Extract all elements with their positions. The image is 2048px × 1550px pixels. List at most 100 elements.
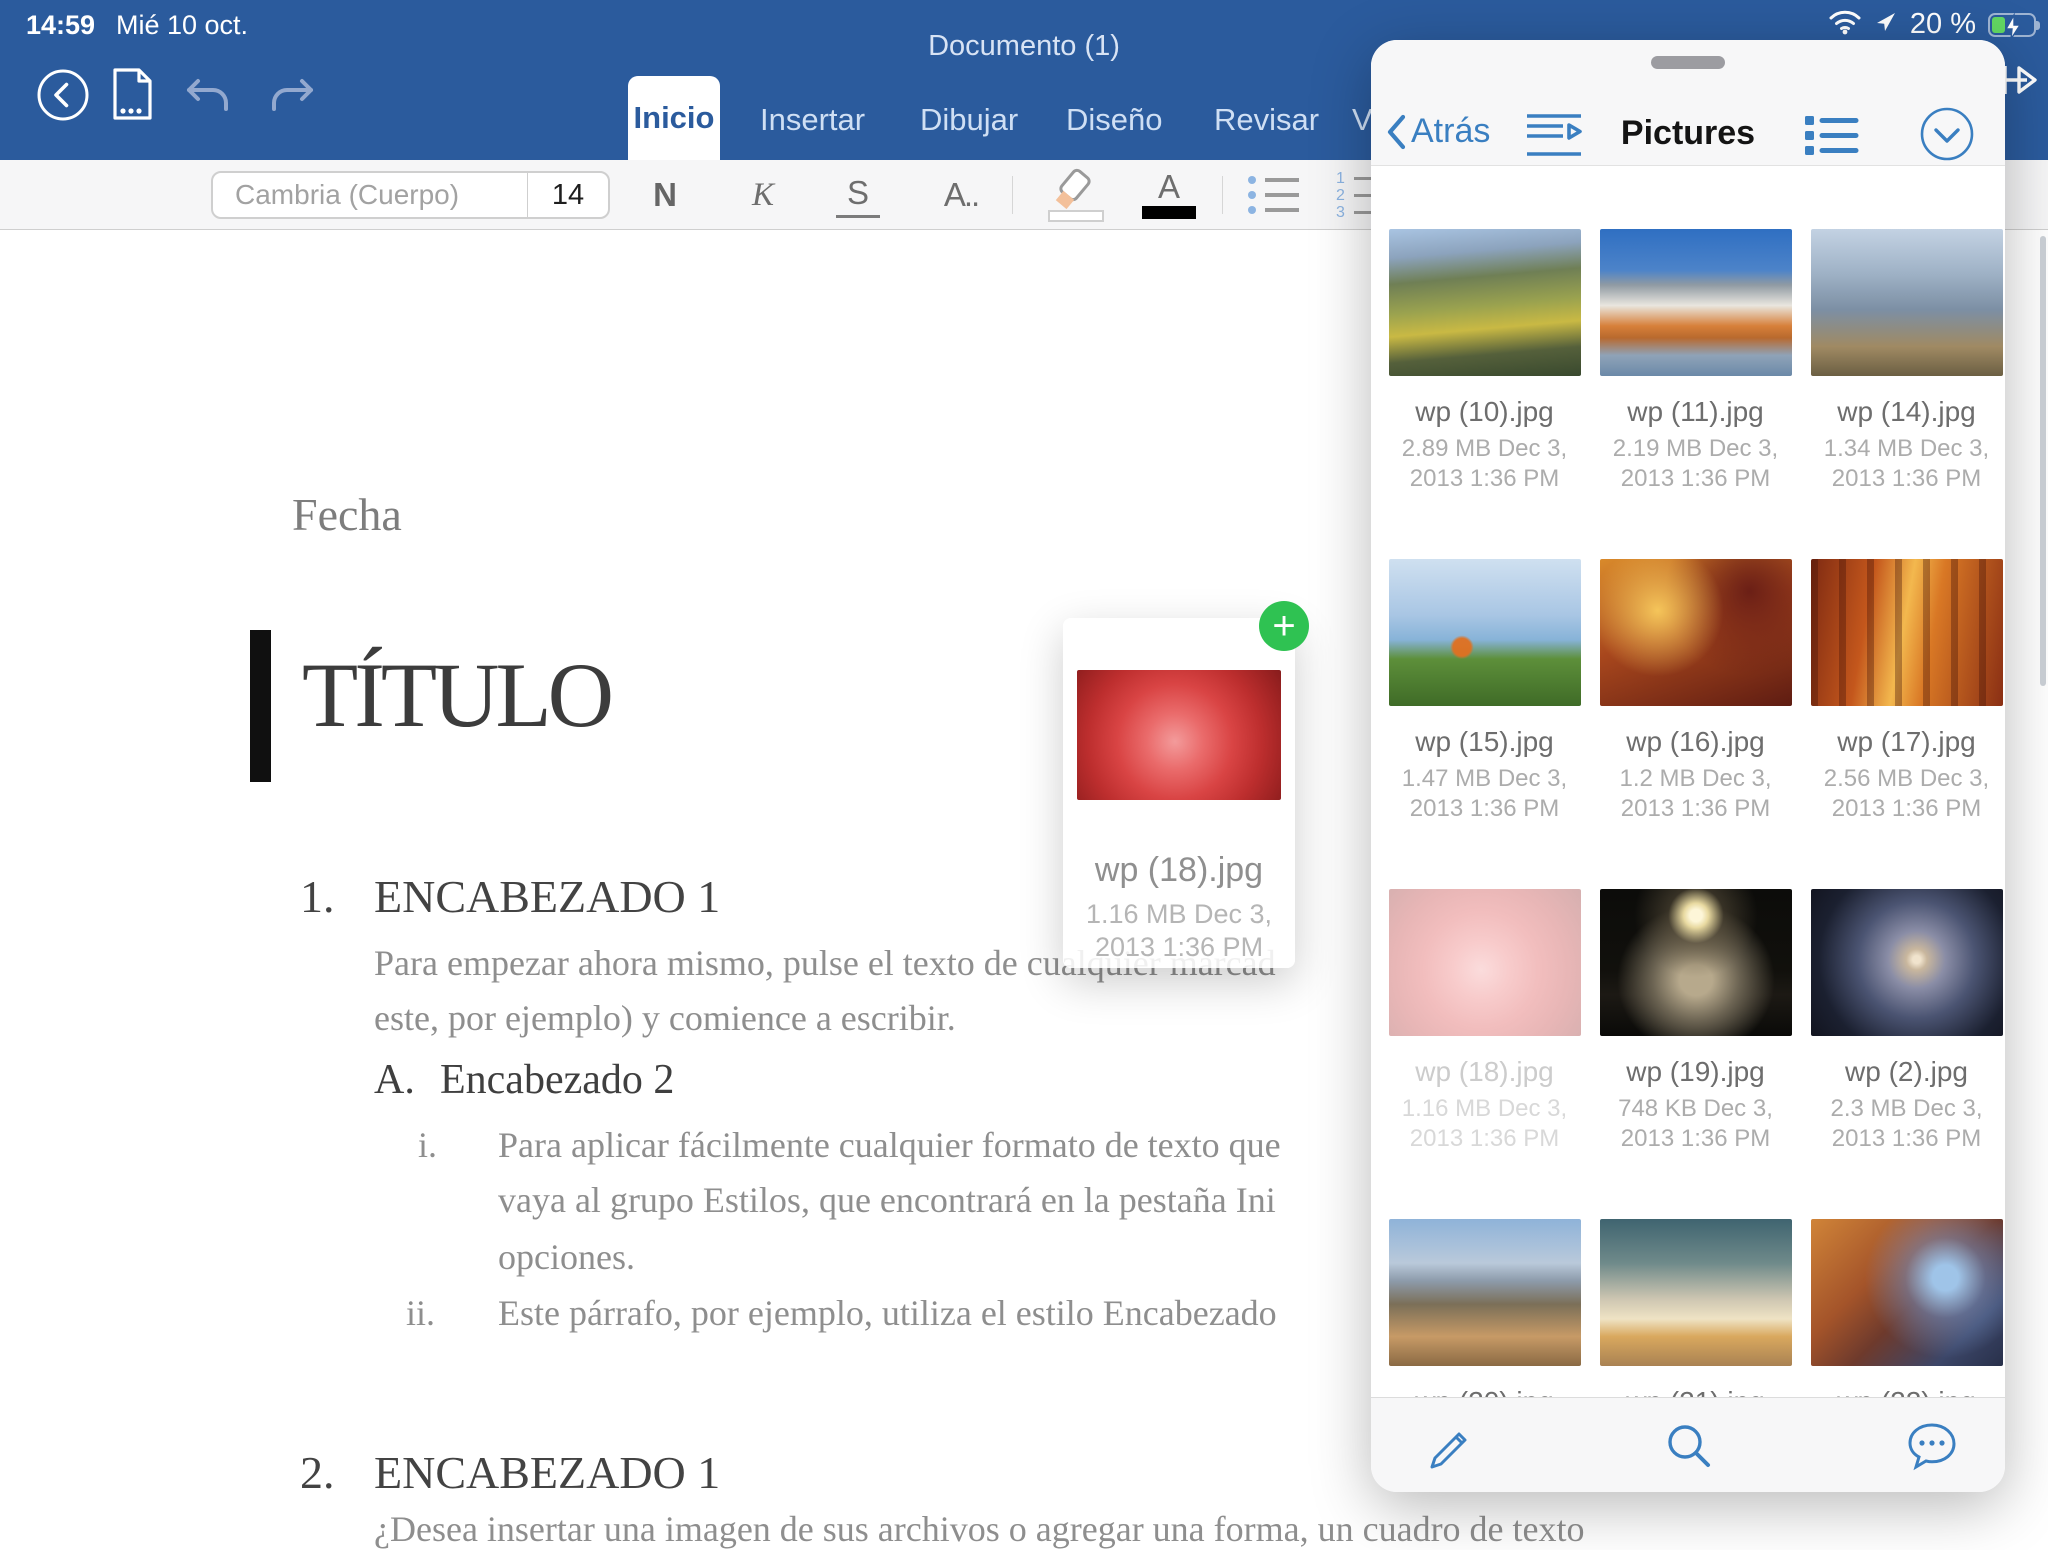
file-thumbnail-rose bbox=[1389, 889, 1581, 1036]
file-browser-panel: Atrás Pictures wp (10).jpg 2.89 MB Dec 3… bbox=[1371, 40, 2005, 1492]
paragraph-line[interactable]: ¿Desea insertar una imagen de sus archiv… bbox=[374, 1508, 1585, 1550]
document-heading-title[interactable]: TÍTULO bbox=[302, 642, 610, 748]
font-picker[interactable]: Cambria (Cuerpo) 14 bbox=[211, 171, 610, 219]
file-thumbnail-mountain-lake bbox=[1600, 229, 1792, 376]
heading-2[interactable]: Encabezado 2 bbox=[440, 1056, 674, 1104]
file-name: wp (19).jpg bbox=[1590, 1056, 1801, 1088]
paragraph-line[interactable]: Este párrafo, por ejemplo, utiliza el es… bbox=[498, 1292, 1277, 1334]
bold-button[interactable]: N bbox=[640, 172, 690, 218]
file-thumbnail-shuttle-launch bbox=[1600, 1219, 1792, 1366]
document-scrollbar[interactable] bbox=[2040, 236, 2046, 686]
tab-revisar[interactable]: Revisar bbox=[1214, 102, 1319, 138]
file-meta: 2.56 MB Dec 3, 2013 1:36 PM bbox=[1817, 764, 1997, 824]
list-marker: 1. bbox=[300, 870, 335, 923]
file-name: wp (17).jpg bbox=[1801, 726, 2005, 758]
file-meta: 1.2 MB Dec 3, 2013 1:36 PM bbox=[1606, 764, 1786, 824]
redo-icon[interactable] bbox=[268, 76, 316, 123]
file-thumbnail-galaxy bbox=[1811, 889, 2003, 1036]
more-formatting-button[interactable]: A.. bbox=[926, 172, 996, 218]
paragraph-line[interactable]: este, por ejemplo) y comience a escribir… bbox=[374, 997, 956, 1039]
file-name: wp (20).jpg bbox=[1379, 1386, 1590, 1397]
file-item[interactable]: wp (17).jpg 2.56 MB Dec 3, 2013 1:36 PM bbox=[1801, 559, 2005, 889]
tab-diseno[interactable]: Diseño bbox=[1066, 102, 1163, 138]
search-icon[interactable] bbox=[1663, 1420, 1715, 1477]
edit-pencil-icon[interactable] bbox=[1425, 1420, 1477, 1477]
paragraph-line[interactable]: opciones. bbox=[498, 1236, 635, 1278]
file-meta: 1.16 MB Dec 3, 2013 1:36 PM bbox=[1395, 1094, 1575, 1154]
file-name: wp (22).jpg bbox=[1801, 1386, 2005, 1397]
undo-icon[interactable] bbox=[184, 76, 232, 123]
back-button[interactable] bbox=[36, 68, 90, 127]
dragged-file-card[interactable]: wp (18).jpg 1.16 MB Dec 3, 2013 1:36 PM … bbox=[1063, 618, 1295, 968]
dragged-file-thumbnail-rose bbox=[1077, 670, 1281, 800]
file-grid: wp (10).jpg 2.89 MB Dec 3, 2013 1:36 PM … bbox=[1371, 167, 2005, 1397]
tab-inicio[interactable]: Inicio bbox=[628, 76, 720, 160]
list-marker: 2. bbox=[300, 1446, 335, 1499]
file-meta: 2.89 MB Dec 3, 2013 1:36 PM bbox=[1395, 434, 1575, 494]
file-item[interactable]: wp (11).jpg 2.19 MB Dec 3, 2013 1:36 PM bbox=[1590, 229, 1801, 559]
highlighter-button[interactable] bbox=[1046, 168, 1108, 222]
file-name: wp (21).jpg bbox=[1590, 1386, 1801, 1397]
tab-insertar[interactable]: Insertar bbox=[760, 102, 865, 138]
list-marker: ii. bbox=[406, 1292, 435, 1334]
file-thumbnail-red-forest bbox=[1811, 559, 2003, 706]
file-thumbnail-race-car bbox=[1389, 559, 1581, 706]
file-thumbnail-autumn-valley bbox=[1389, 229, 1581, 376]
date-placeholder[interactable]: Fecha bbox=[292, 488, 402, 541]
file-item[interactable]: wp (14).jpg 1.34 MB Dec 3, 2013 1:36 PM bbox=[1801, 229, 2005, 559]
file-thumbnail-night-rocket bbox=[1600, 889, 1792, 1036]
paragraph-line[interactable]: Para aplicar fácilmente cualquier format… bbox=[498, 1124, 1281, 1166]
collapse-panel-icon[interactable] bbox=[1919, 106, 1975, 167]
list-view-icon[interactable] bbox=[1803, 114, 1859, 161]
file-thumbnail-nebula bbox=[1811, 1219, 2003, 1366]
comments-icon[interactable] bbox=[1905, 1420, 1959, 1477]
file-name: wp (2).jpg bbox=[1801, 1056, 2005, 1088]
file-item-dragging-source[interactable]: wp (18).jpg 1.16 MB Dec 3, 2013 1:36 PM bbox=[1379, 889, 1590, 1219]
heading-1[interactable]: ENCABEZADO 1 bbox=[374, 1446, 720, 1499]
underline-button[interactable]: S bbox=[836, 172, 880, 218]
file-meta: 1.47 MB Dec 3, 2013 1:36 PM bbox=[1395, 764, 1575, 824]
file-name: wp (15).jpg bbox=[1379, 726, 1590, 758]
file-name: wp (18).jpg bbox=[1379, 1056, 1590, 1088]
tab-dibujar[interactable]: Dibujar bbox=[920, 102, 1018, 138]
tab-vista-partial[interactable]: V bbox=[1352, 102, 1373, 138]
file-name: wp (11).jpg bbox=[1590, 396, 1801, 428]
new-document-icon[interactable] bbox=[108, 66, 156, 129]
file-item[interactable]: wp (20).jpg bbox=[1379, 1219, 1590, 1397]
file-name: wp (14).jpg bbox=[1801, 396, 2005, 428]
file-item[interactable]: wp (22).jpg bbox=[1801, 1219, 2005, 1397]
file-meta: 1.34 MB Dec 3, 2013 1:36 PM bbox=[1817, 434, 1997, 494]
title-style-bar bbox=[250, 630, 271, 782]
file-meta: 2.3 MB Dec 3, 2013 1:36 PM bbox=[1817, 1094, 1997, 1154]
file-thumbnail-desert-mountains bbox=[1389, 1219, 1581, 1366]
file-item[interactable]: wp (16).jpg 1.2 MB Dec 3, 2013 1:36 PM bbox=[1590, 559, 1801, 889]
share-next-icon[interactable] bbox=[1999, 58, 2043, 107]
grab-handle[interactable] bbox=[1651, 56, 1725, 69]
toolbar-divider-2 bbox=[1222, 176, 1223, 214]
toolbar-divider bbox=[1012, 176, 1013, 214]
italic-button[interactable]: K bbox=[738, 172, 788, 218]
font-color-button[interactable]: A bbox=[1142, 170, 1196, 220]
file-item[interactable]: wp (10).jpg 2.89 MB Dec 3, 2013 1:36 PM bbox=[1379, 229, 1590, 559]
file-item[interactable]: wp (15).jpg 1.47 MB Dec 3, 2013 1:36 PM bbox=[1379, 559, 1590, 889]
file-thumbnail-misty-mountains bbox=[1811, 229, 2003, 376]
file-name: wp (10).jpg bbox=[1379, 396, 1590, 428]
dragged-file-name: wp (18).jpg bbox=[1063, 851, 1295, 890]
font-size-value[interactable]: 14 bbox=[528, 179, 608, 212]
file-meta: 2.19 MB Dec 3, 2013 1:36 PM bbox=[1606, 434, 1786, 494]
paragraph-line[interactable]: vaya al grupo Estilos, que encontrará en… bbox=[498, 1179, 1276, 1221]
bullet-list-button[interactable] bbox=[1248, 176, 1310, 216]
file-item[interactable]: wp (19).jpg 748 KB Dec 3, 2013 1:36 PM bbox=[1590, 889, 1801, 1219]
panel-bottom-toolbar bbox=[1371, 1397, 2005, 1492]
list-marker: A. bbox=[374, 1056, 415, 1104]
panel-title: Pictures bbox=[1371, 114, 2005, 153]
file-name: wp (16).jpg bbox=[1590, 726, 1801, 758]
font-name-value[interactable]: Cambria (Cuerpo) bbox=[213, 179, 527, 211]
add-badge-icon: + bbox=[1259, 601, 1309, 651]
heading-1[interactable]: ENCABEZADO 1 bbox=[374, 870, 720, 923]
dragged-file-meta: 1.16 MB Dec 3, 2013 1:36 PM bbox=[1079, 898, 1279, 964]
file-item[interactable]: wp (21).jpg bbox=[1590, 1219, 1801, 1397]
file-item[interactable]: wp (2).jpg 2.3 MB Dec 3, 2013 1:36 PM bbox=[1801, 889, 2005, 1219]
file-meta: 748 KB Dec 3, 2013 1:36 PM bbox=[1606, 1094, 1786, 1154]
panel-header: Atrás Pictures bbox=[1371, 40, 2005, 166]
